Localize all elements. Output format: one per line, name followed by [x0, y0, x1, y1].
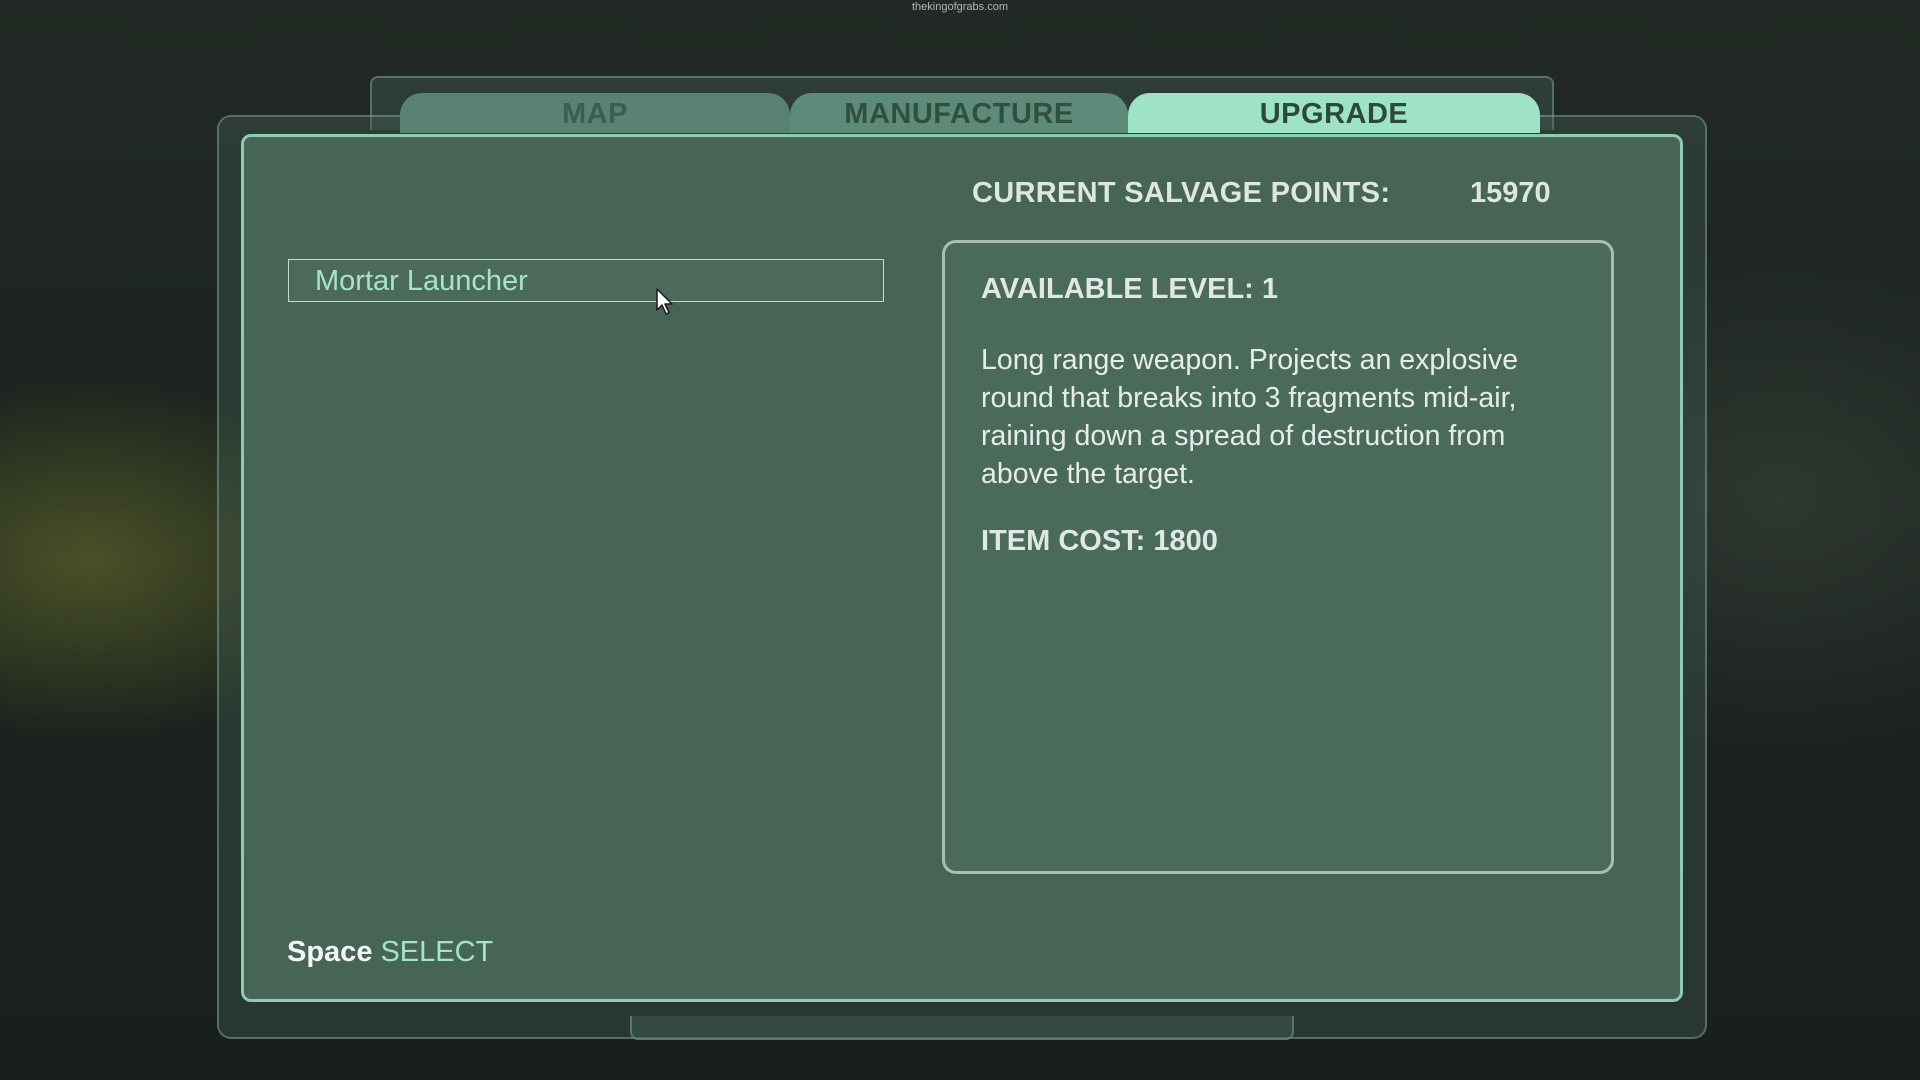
item-description: Long range weapon. Projects an explosive… [981, 344, 1519, 490]
tab-manufacture[interactable]: MANUFACTURE [790, 93, 1128, 133]
item-detail-box: AVAILABLE LEVEL: 1 Long range weapon. Pr… [942, 240, 1614, 874]
salvage-points-value: 15970 [1470, 177, 1551, 209]
select-action[interactable]: SELECT [380, 936, 493, 968]
select-hint: Space SELECT [287, 936, 493, 969]
watermark: thekingofgrabs.com [912, 1, 1008, 13]
tab-map[interactable]: MAP [400, 93, 790, 133]
salvage-points-label: CURRENT SALVAGE POINTS: [972, 177, 1391, 209]
pointer-arrow-icon [656, 288, 674, 316]
available-level: AVAILABLE LEVEL: 1 [981, 273, 1278, 305]
frame-bottom-notch [630, 1016, 1294, 1040]
item-cost: ITEM COST: 1800 [981, 525, 1218, 557]
list-item-label: Mortar Launcher [315, 265, 528, 297]
list-item-mortar-launcher[interactable]: Mortar Launcher [288, 259, 884, 302]
tab-upgrade[interactable]: UPGRADE [1128, 93, 1540, 133]
hint-key: Space [287, 936, 373, 968]
